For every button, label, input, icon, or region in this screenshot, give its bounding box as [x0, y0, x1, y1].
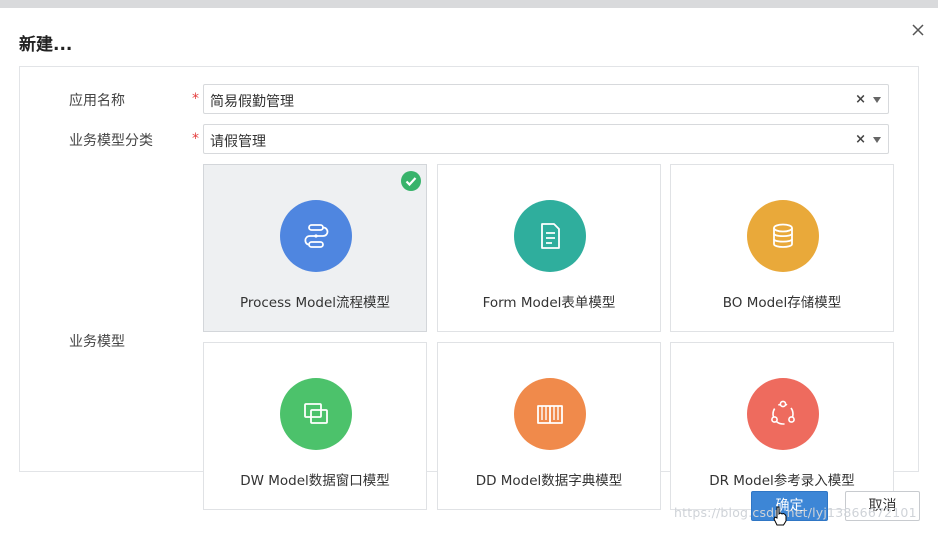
watermark-text: https://blog.csdn.net/lyj13866672101 [674, 505, 917, 520]
model-icon-circle [747, 200, 819, 272]
model-icon-circle [514, 200, 586, 272]
model-card-label: DW Model数据窗口模型 [240, 473, 390, 489]
close-icon[interactable] [910, 22, 926, 38]
model-card-label: Form Model表单模型 [482, 295, 616, 311]
model-card-dw[interactable]: DW Model数据窗口模型 [203, 342, 427, 510]
model-card-label: BO Model存储模型 [722, 295, 842, 311]
dialog-title: 新建... [19, 35, 73, 55]
book-icon [537, 405, 563, 424]
windows-icon [304, 403, 328, 424]
model-icon-circle [747, 378, 819, 450]
chevron-down-icon[interactable] [873, 97, 881, 103]
required-mark: * [192, 131, 199, 147]
app-name-value: 简易假勤管理 [210, 94, 294, 110]
required-mark: * [192, 91, 199, 107]
model-card-dr[interactable]: DR Model参考录入模型 [670, 342, 894, 510]
model-card-label: DR Model参考录入模型 [709, 473, 855, 489]
model-card-dd[interactable]: DD Model数据字典模型 [437, 342, 661, 510]
app-name-label: 应用名称 [69, 93, 125, 109]
reference-icon [771, 400, 795, 425]
background-window-strip [0, 0, 938, 8]
model-card-process[interactable]: Process Model流程模型 [203, 164, 427, 332]
category-value: 请假管理 [210, 134, 266, 150]
category-select[interactable]: 请假管理 × [203, 124, 889, 154]
new-dialog: 新建... 应用名称 * 简易假勤管理 × 业务模型分类 * 请假管理 × 业务… [0, 8, 938, 540]
flow-icon [304, 224, 329, 248]
check-icon [401, 171, 421, 191]
hand-cursor-icon [773, 506, 787, 526]
database-icon [773, 223, 793, 248]
model-card-bo[interactable]: BO Model存储模型 [670, 164, 894, 332]
clear-icon[interactable]: × [855, 132, 866, 147]
business-model-label: 业务模型 [69, 334, 125, 350]
model-card-label: DD Model数据字典模型 [475, 473, 623, 489]
category-label: 业务模型分类 [69, 133, 153, 149]
model-card-label: Process Model流程模型 [239, 295, 391, 311]
model-icon-circle [514, 378, 586, 450]
model-icon-circle [280, 378, 352, 450]
app-name-select[interactable]: 简易假勤管理 × [203, 84, 889, 114]
model-icon-circle [280, 200, 352, 272]
form-icon [541, 223, 560, 249]
chevron-down-icon[interactable] [873, 137, 881, 143]
model-card-form[interactable]: Form Model表单模型 [437, 164, 661, 332]
clear-icon[interactable]: × [855, 92, 866, 107]
